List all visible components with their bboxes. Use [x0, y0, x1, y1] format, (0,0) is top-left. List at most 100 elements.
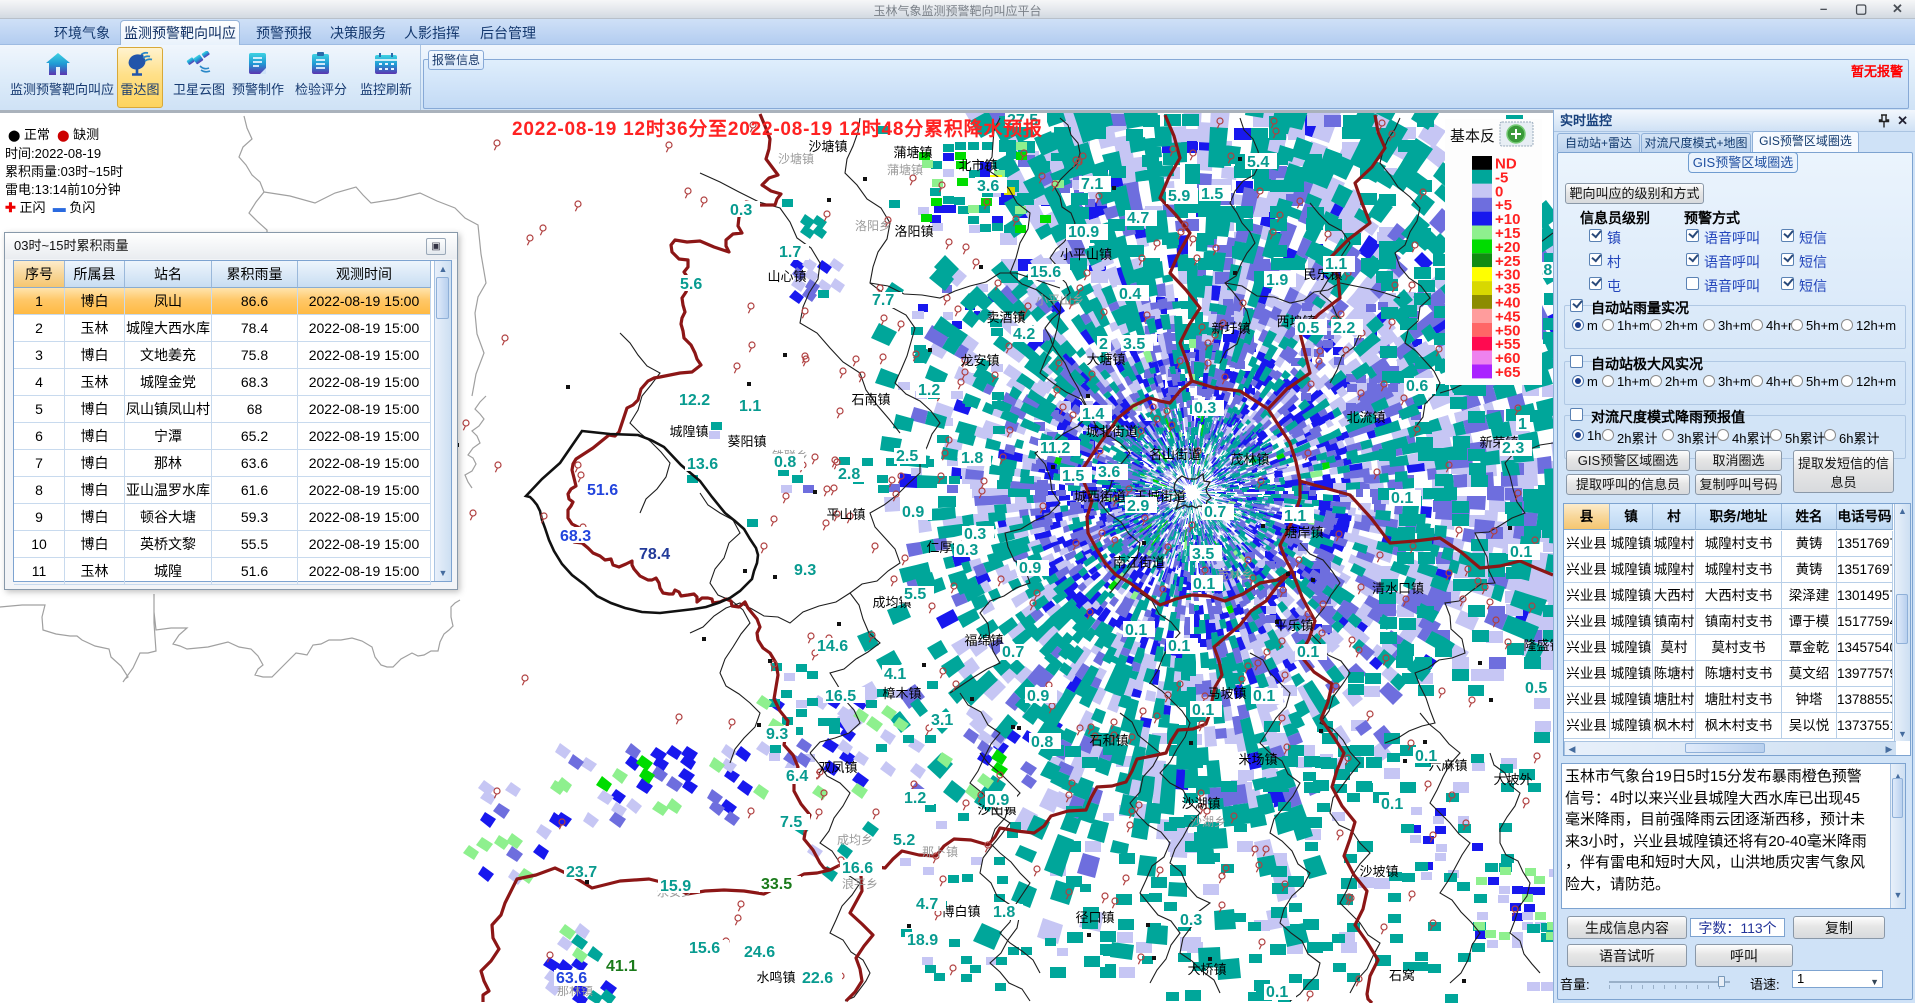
svg-text:0.4: 0.4: [1119, 286, 1141, 303]
svg-text:洛阳乡: 洛阳乡: [855, 218, 891, 233]
svg-text:5.4: 5.4: [1247, 154, 1269, 171]
svg-text:大坡外: 大坡外: [1493, 772, 1532, 787]
svg-text:0.1: 0.1: [1391, 490, 1413, 507]
svg-text:0.9: 0.9: [987, 792, 1009, 809]
svg-text:1.2: 1.2: [918, 382, 940, 399]
svg-text:北流镇: 北流镇: [1346, 410, 1385, 425]
svg-text:隆盛镇: 隆盛镇: [1523, 638, 1553, 653]
svg-text:0.1: 0.1: [1510, 544, 1532, 561]
svg-text:0.1: 0.1: [1125, 622, 1147, 639]
svg-text:3.5: 3.5: [1123, 336, 1145, 353]
svg-text:0.1: 0.1: [1168, 638, 1190, 655]
svg-text:0.3: 0.3: [964, 526, 986, 543]
svg-text:23.7: 23.7: [566, 864, 597, 881]
svg-text:北市镇: 北市镇: [958, 158, 997, 173]
svg-text:水鸣镇: 水鸣镇: [756, 970, 795, 985]
svg-text:蒲塘镇: 蒲塘镇: [893, 145, 932, 160]
svg-text:5.6: 5.6: [680, 276, 702, 293]
svg-text:0.1: 0.1: [1381, 796, 1403, 813]
svg-text:68.3: 68.3: [560, 528, 591, 545]
svg-text:2.3: 2.3: [1502, 440, 1524, 457]
svg-text:2.5: 2.5: [896, 448, 918, 465]
svg-text:7.7: 7.7: [872, 292, 894, 309]
svg-text:0.8: 0.8: [1031, 734, 1053, 751]
svg-text:径口镇: 径口镇: [1075, 910, 1114, 925]
svg-text:1.8: 1.8: [961, 450, 983, 467]
svg-text:5.2: 5.2: [893, 832, 915, 849]
svg-text:4.7: 4.7: [916, 896, 938, 913]
svg-text:63.6: 63.6: [556, 970, 587, 987]
svg-text:78.4: 78.4: [639, 546, 670, 563]
svg-text:山心镇: 山心镇: [767, 269, 806, 284]
svg-text:沙坡镇: 沙坡镇: [1359, 864, 1398, 879]
svg-text:10.9: 10.9: [1068, 224, 1099, 241]
svg-text:0.3: 0.3: [956, 542, 978, 559]
svg-text:1.5: 1.5: [1062, 468, 1084, 485]
svg-text:0.1: 0.1: [1192, 702, 1214, 719]
svg-text:24.6: 24.6: [744, 944, 775, 961]
svg-text:龙安镇: 龙安镇: [960, 353, 999, 368]
svg-text:16.5: 16.5: [825, 688, 856, 705]
svg-text:大桥镇: 大桥镇: [1187, 962, 1226, 977]
svg-text:4.7: 4.7: [1127, 210, 1149, 227]
svg-text:51.6: 51.6: [587, 482, 618, 499]
svg-text:4.2: 4.2: [1013, 326, 1035, 343]
svg-text:3.6: 3.6: [1098, 464, 1120, 481]
svg-text:沙湖乡: 沙湖乡: [1190, 814, 1226, 829]
svg-text:那卜镇: 那卜镇: [922, 845, 958, 859]
svg-text:9.3: 9.3: [766, 726, 788, 743]
svg-text:15.6: 15.6: [1030, 264, 1061, 281]
svg-text:1.4: 1.4: [1082, 406, 1104, 423]
svg-text:成均乡: 成均乡: [837, 833, 873, 847]
svg-text:33.5: 33.5: [761, 876, 792, 893]
svg-text:14.6: 14.6: [817, 638, 848, 655]
svg-text:0.3: 0.3: [730, 202, 752, 219]
svg-text:浪平乡: 浪平乡: [842, 876, 878, 891]
svg-text:3.5: 3.5: [1192, 546, 1214, 563]
svg-text:2.8: 2.8: [838, 466, 860, 483]
svg-text:5.5: 5.5: [904, 586, 926, 603]
svg-text:0.9: 0.9: [1019, 560, 1041, 577]
svg-text:葵阳镇: 葵阳镇: [727, 434, 766, 449]
svg-text:2: 2: [1099, 336, 1108, 353]
svg-text:0.7: 0.7: [1002, 644, 1024, 661]
svg-text:12.2: 12.2: [679, 392, 710, 409]
svg-text:4.1: 4.1: [884, 666, 906, 683]
svg-text:城北街道: 城北街道: [1086, 424, 1138, 439]
svg-text:18.9: 18.9: [907, 932, 938, 949]
svg-text:0.7: 0.7: [1204, 504, 1226, 521]
svg-text:0.1: 0.1: [1297, 644, 1319, 661]
svg-text:名山街道: 名山街道: [1149, 447, 1201, 462]
svg-text:11.2: 11.2: [1040, 440, 1070, 457]
svg-text:1.1: 1.1: [1284, 508, 1306, 525]
svg-text:石南镇: 石南镇: [851, 392, 890, 407]
svg-text:3.1: 3.1: [931, 712, 953, 729]
svg-text:7.5: 7.5: [780, 814, 802, 831]
svg-text:1.5: 1.5: [1201, 186, 1223, 203]
svg-text:南江街道: 南江街道: [1113, 555, 1165, 570]
svg-text:小平山镇: 小平山镇: [1060, 247, 1112, 262]
svg-text:城西街道: 城西街道: [1074, 489, 1126, 504]
svg-text:2022-08-19 12时36分至2022-08-19 1: 2022-08-19 12时36分至2022-08-19 12时48分累积降水预…: [512, 117, 1042, 140]
svg-text:41.1: 41.1: [606, 958, 637, 975]
svg-text:0.3: 0.3: [1180, 912, 1202, 929]
svg-text:福绵镇: 福绵镇: [964, 633, 1003, 648]
svg-text:7.1: 7.1: [1081, 176, 1103, 193]
svg-text:1.1: 1.1: [1325, 256, 1347, 273]
svg-text:樟木镇: 樟木镇: [882, 686, 921, 701]
svg-text:3.6: 3.6: [977, 178, 999, 195]
svg-text:茂林镇: 茂林镇: [1230, 452, 1269, 467]
svg-text:石和镇: 石和镇: [1089, 733, 1128, 748]
svg-text:2.2: 2.2: [1333, 320, 1355, 337]
svg-text:沙湖镇: 沙湖镇: [1181, 796, 1220, 811]
svg-text:米场镇: 米场镇: [1238, 752, 1277, 767]
svg-text:卖酒镇: 卖酒镇: [986, 310, 1025, 325]
svg-text:塘岸镇: 塘岸镇: [1284, 525, 1323, 540]
svg-text:15.9: 15.9: [660, 878, 691, 895]
svg-text:22.6: 22.6: [802, 970, 833, 987]
svg-text:15.6: 15.6: [689, 940, 720, 957]
svg-text:博白镇: 博白镇: [941, 904, 980, 919]
svg-text:1.9: 1.9: [1266, 272, 1288, 289]
svg-text:1.2: 1.2: [904, 790, 926, 807]
svg-text:沙塘镇: 沙塘镇: [808, 139, 847, 154]
